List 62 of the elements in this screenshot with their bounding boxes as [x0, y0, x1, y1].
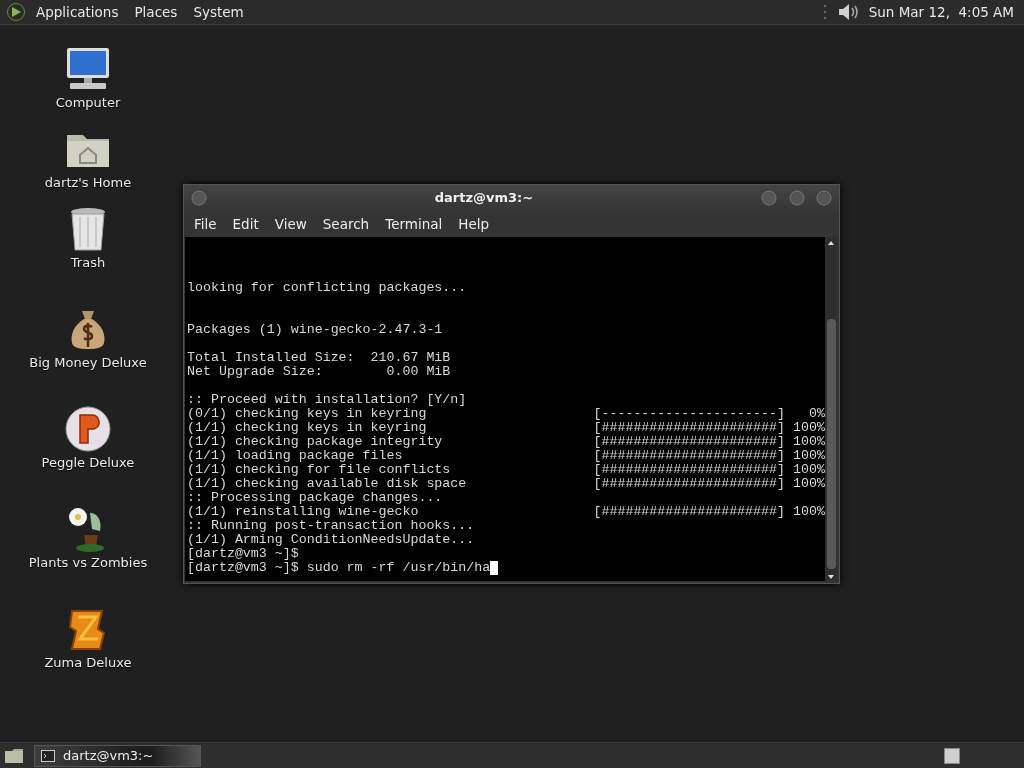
terminal-line: (1/1) checking available disk space [187, 477, 467, 491]
percent-text: 100% [792, 421, 825, 435]
menu-item[interactable]: Edit [226, 215, 269, 232]
percent-text: 100% [792, 449, 825, 463]
progress-text: [######################] [593, 421, 785, 435]
panel-menu[interactable]: Places [128, 4, 184, 20]
desktop-icon-label[interactable]: Big Money Deluxe [29, 355, 147, 370]
menu-item[interactable]: Help [452, 215, 500, 232]
menu-item[interactable]: File [188, 215, 227, 232]
progress-text: [----------------------] [593, 407, 785, 421]
terminal-icon [41, 749, 55, 762]
window-title: dartz@vm3:~ [433, 190, 535, 206]
desktop-icon-label[interactable]: Peggle Deluxe [41, 455, 135, 470]
menu-item[interactable]: View [268, 215, 317, 232]
percent-text: 100% [792, 463, 825, 477]
desktop-icon-label[interactable]: Trash [70, 255, 106, 270]
percent-text: 0% [808, 407, 825, 421]
progress-text: [######################] [593, 505, 785, 519]
menu-item[interactable]: Search [316, 215, 380, 232]
progress-text: [######################] [593, 463, 785, 477]
percent-text: 100% [792, 435, 825, 449]
task-label: dartz@vm3:~ [63, 748, 154, 763]
terminal-line: :: Running post-transaction hooks... [187, 519, 475, 533]
peggle-ball-icon [64, 405, 112, 453]
progress-text: [######################] [593, 449, 785, 463]
terminal-line: Packages (1) wine-gecko-2.47.3-1 [187, 323, 443, 337]
terminal-line: (1/1) loading package files [187, 449, 403, 463]
panel-menu[interactable]: System [187, 4, 250, 20]
workspace-switcher[interactable] [944, 747, 960, 764]
terminal-line: (1/1) checking package integrity [187, 435, 443, 449]
show-desktop-icon[interactable] [4, 747, 24, 764]
terminal-line: (1/1) checking keys in keyring [187, 421, 427, 435]
scroll-thumb[interactable] [826, 319, 836, 569]
scroll-up-icon[interactable] [827, 239, 835, 247]
panel-menu[interactable]: Applications [30, 4, 125, 20]
scrollbar[interactable] [825, 237, 837, 581]
percent-text: 100% [792, 505, 825, 519]
terminal-line: (1/1) reinstalling wine-gecko [187, 505, 419, 519]
progress-text: [######################] [593, 477, 785, 491]
speaker-icon[interactable] [836, 2, 859, 22]
terminal-line: (0/1) checking keys in keyring [187, 407, 427, 421]
percent-text: 100% [792, 477, 825, 491]
terminal-line: :: Processing package changes... [187, 491, 443, 505]
terminal-line: Net Upgrade Size: 0.00 MiB [187, 365, 451, 379]
progress-text: [######################] [593, 435, 785, 449]
desktop-icon-label[interactable]: Plants vs Zombies [28, 555, 148, 570]
desktop-icon-label[interactable]: dartz's Home [44, 175, 132, 190]
desktop-icon-label[interactable]: Computer [55, 95, 121, 110]
scroll-down-icon[interactable] [827, 573, 835, 581]
terminal-prompt: [dartz@vm3 ~]$ sudo rm -rf /usr/bin/ha [187, 561, 491, 575]
terminal-prompt: [dartz@vm3 ~]$ [187, 547, 299, 561]
terminal-line: (1/1) checking for file conflicts [187, 463, 451, 477]
desktop-icon-label[interactable]: Zuma Deluxe [44, 655, 132, 670]
menu-logo-icon[interactable] [6, 2, 26, 22]
terminal-line: Total Installed Size: 210.67 MiB [187, 351, 451, 365]
panel-handle-icon [822, 3, 827, 21]
terminal-line: looking for conflicting packages... [187, 281, 467, 295]
terminal-line: :: Proceed with installation? [Y/n] [187, 393, 467, 407]
taskbar-button[interactable]: dartz@vm3:~ [34, 744, 201, 767]
terminal-line: (1/1) Arming ConditionNeedsUpdate... [187, 533, 475, 547]
menu-item[interactable]: Terminal [379, 215, 453, 232]
clock[interactable]: Sun Mar 12, 4:05 AM [868, 4, 1014, 20]
